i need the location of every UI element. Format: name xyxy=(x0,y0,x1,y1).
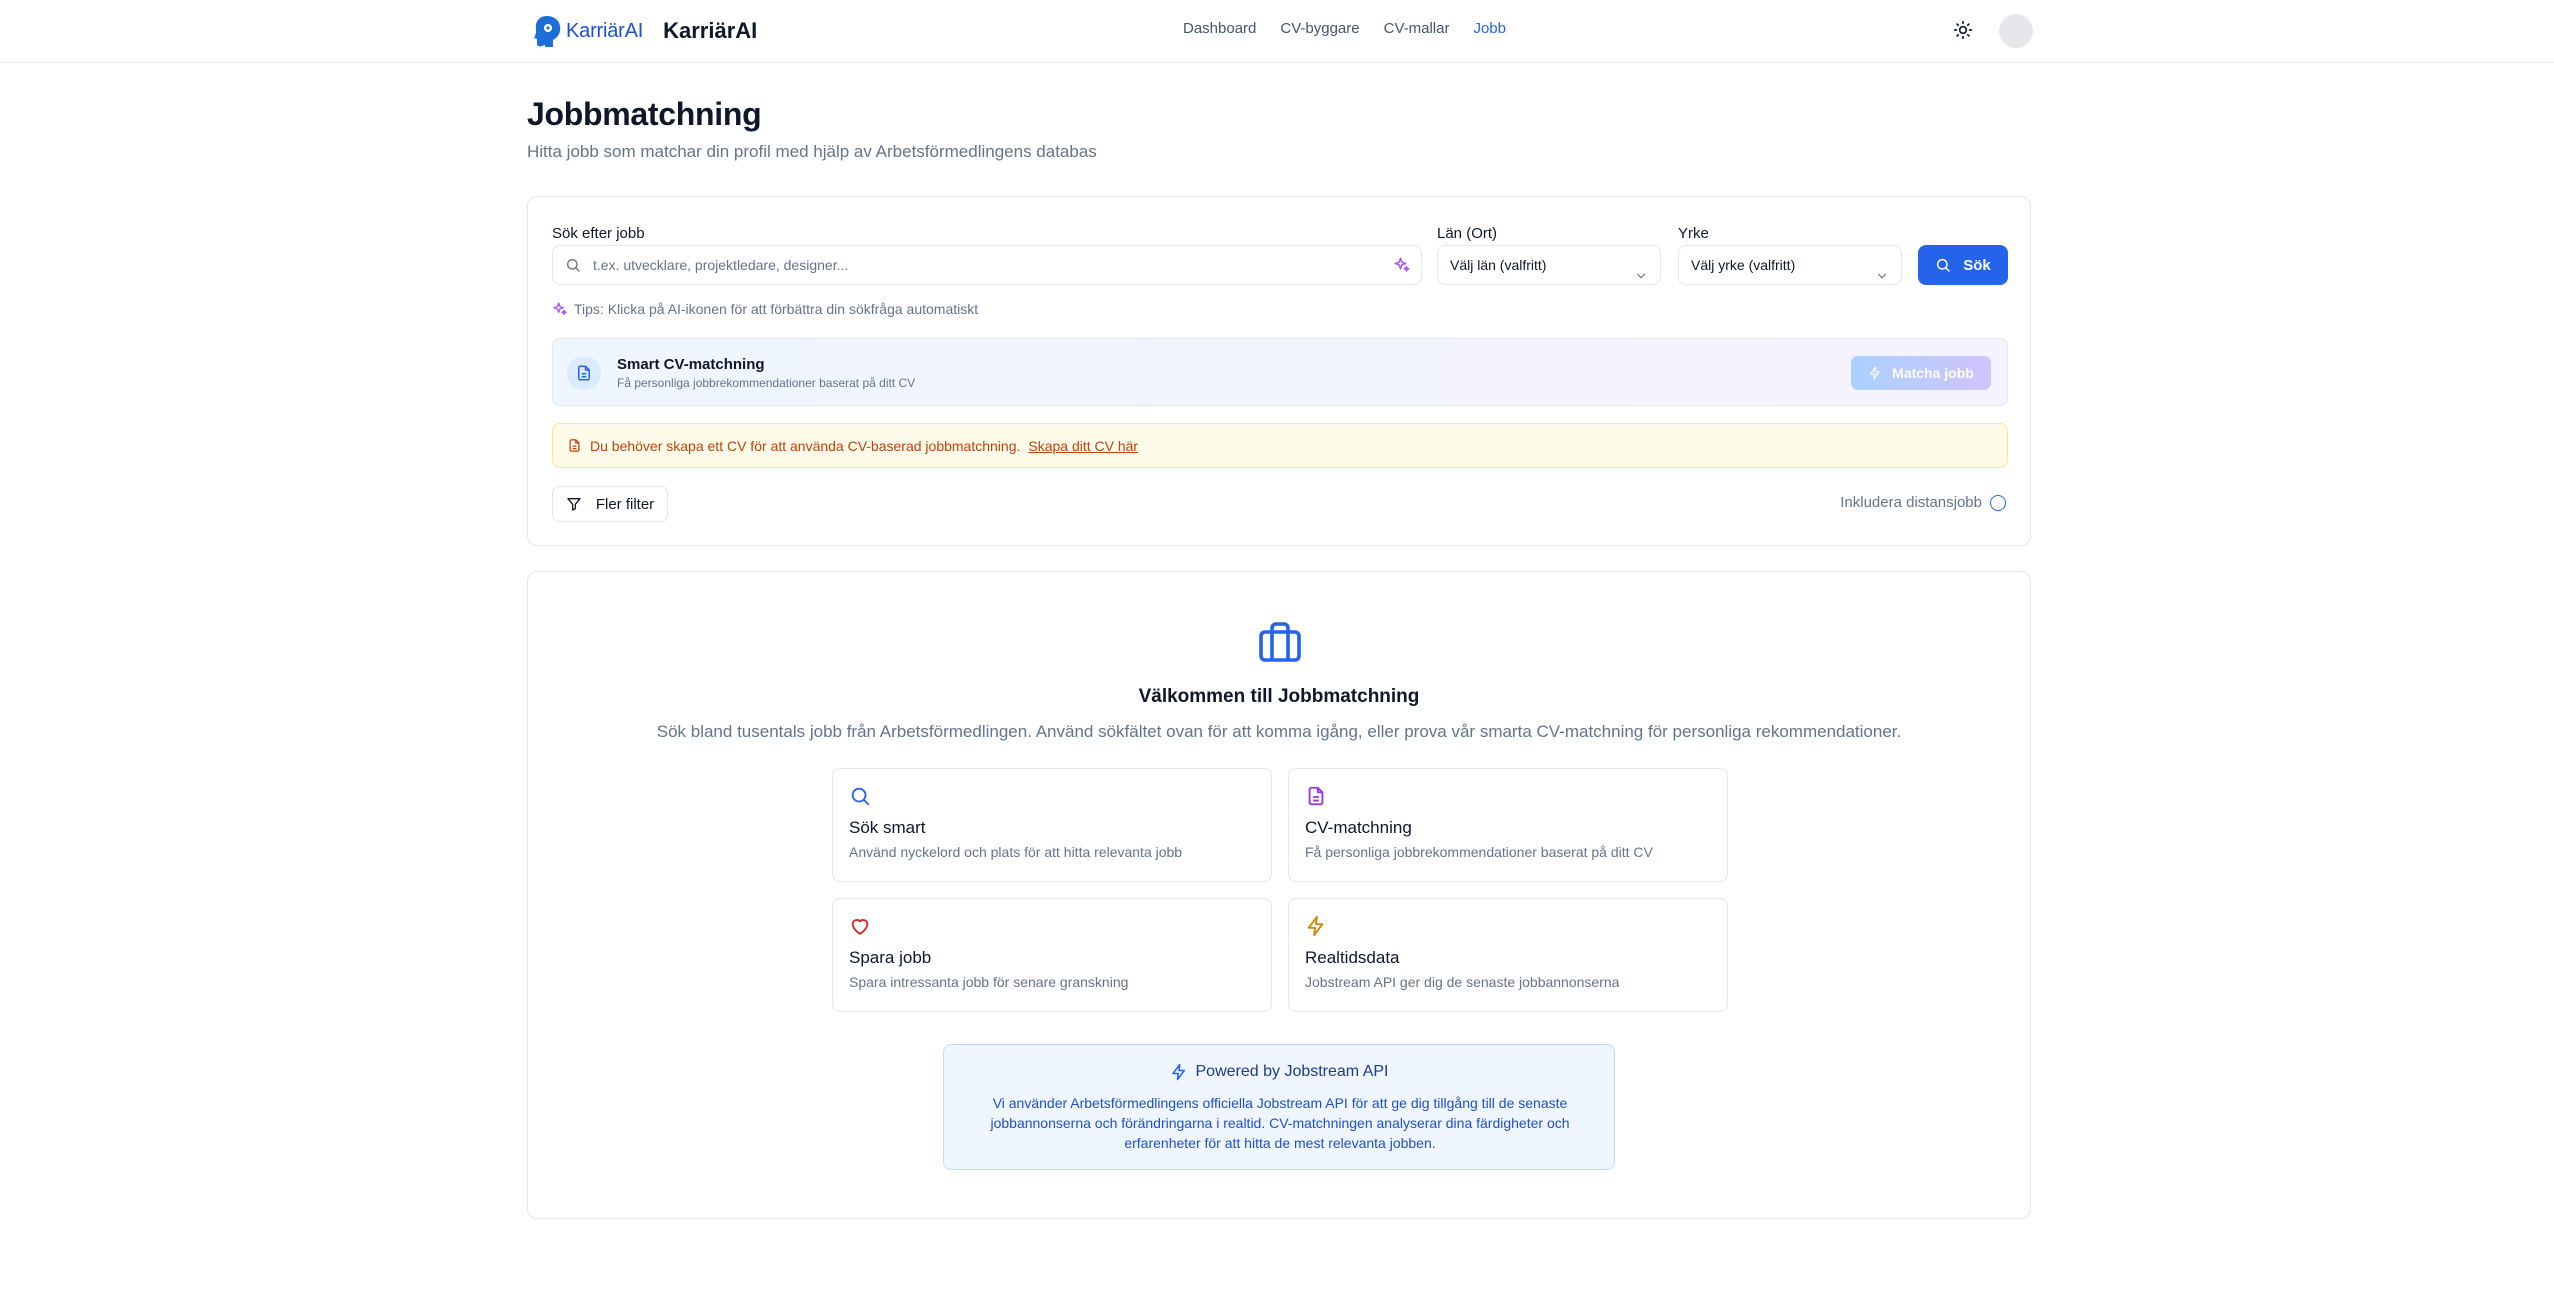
search-tip: Tips: Klicka på AI-ikonen för att förbät… xyxy=(552,301,978,317)
briefcase-icon xyxy=(1259,622,1301,662)
nav-jobb[interactable]: Jobb xyxy=(1473,20,1506,37)
feature-card-search: Sök smart Använd nyckelord och plats för… xyxy=(832,768,1272,882)
lightning-icon xyxy=(1869,366,1880,380)
cv-warning: Du behöver skapa ett CV för att använda … xyxy=(552,423,2008,468)
search-label: Sök efter jobb xyxy=(552,225,645,242)
occupation-select[interactable]: Välj yrke (valfritt) xyxy=(1678,245,1902,285)
welcome-text: Sök bland tusentals jobb från Arbetsförm… xyxy=(656,722,1902,741)
more-filters-button[interactable]: Fler filter xyxy=(552,486,668,522)
powered-text: Vi använder Arbetsförmedlingens officiel… xyxy=(990,1095,1570,1151)
sun-icon xyxy=(1953,20,1973,40)
search-card: Sök efter jobb Län (Ort) Välj län (valfr… xyxy=(527,196,2031,546)
lightning-icon xyxy=(1171,1063,1185,1081)
feature-title: Realtidsdata xyxy=(1305,948,1400,967)
remote-jobs-toggle[interactable]: Inkludera distansjobb xyxy=(1840,494,2006,511)
nav-cv-mallar[interactable]: CV-mallar xyxy=(1384,20,1450,37)
search-field[interactable] xyxy=(552,245,1422,285)
heart-icon xyxy=(851,919,869,935)
welcome-card: Välkommen till Jobbmatchning Sök bland t… xyxy=(527,571,2031,1219)
search-icon xyxy=(1937,258,1950,272)
smart-cv-icon-badge xyxy=(567,356,601,390)
create-cv-link[interactable]: Skapa ditt CV här xyxy=(1028,438,1138,454)
page-subtitle: Hitta jobb som matchar din profil med hj… xyxy=(527,142,1097,161)
feature-title: CV-matchning xyxy=(1305,818,1412,837)
nav-cv-byggare[interactable]: CV-byggare xyxy=(1280,20,1359,37)
occupation-select-value: Välj yrke (valfritt) xyxy=(1691,257,1796,273)
feature-desc: Få personliga jobbrekommendationer baser… xyxy=(1305,844,1653,860)
main-nav: Dashboard CV-byggare CV-mallar Jobb xyxy=(1183,20,1530,37)
search-input[interactable] xyxy=(593,246,1383,284)
filter-icon xyxy=(567,498,581,511)
lightning-icon xyxy=(1307,915,1324,937)
smart-cv-title: Smart CV-matchning xyxy=(617,356,765,373)
user-avatar[interactable] xyxy=(1999,14,2033,48)
region-select[interactable]: Välj län (valfritt) xyxy=(1437,245,1661,285)
feature-card-cv-matching: CV-matchning Få personliga jobbrekommend… xyxy=(1288,768,1728,882)
search-tip-text: Tips: Klicka på AI-ikonen för att förbät… xyxy=(574,301,979,317)
feature-title: Sök smart xyxy=(849,818,926,837)
top-navbar: KarriärAI KarriärAI Dashboard CV-byggare… xyxy=(0,0,2554,63)
chevron-down-icon xyxy=(1634,259,1648,297)
feature-desc: Spara intressanta jobb för senare gransk… xyxy=(849,974,1129,990)
brand-logo[interactable]: KarriärAI xyxy=(533,12,643,50)
brand-name[interactable]: KarriärAI xyxy=(663,18,757,44)
occupation-label: Yrke xyxy=(1678,225,1709,242)
match-jobs-label: Matcha jobb xyxy=(1892,365,1974,381)
sparkle-icon xyxy=(553,302,567,315)
logo-text: KarriärAI xyxy=(566,19,644,42)
page-title: Jobbmatchning xyxy=(527,96,762,132)
powered-by-box: Powered by Jobstream API Vi använder Arb… xyxy=(943,1044,1615,1170)
nav-dashboard[interactable]: Dashboard xyxy=(1183,20,1256,37)
powered-title: Powered by Jobstream API xyxy=(1195,1063,1389,1080)
search-button-label: Sök xyxy=(1963,256,1991,274)
feature-desc: Jobstream API ger dig de senaste jobbann… xyxy=(1305,974,1620,990)
document-icon xyxy=(578,365,590,381)
smart-cv-subtitle: Få personliga jobbrekommendationer baser… xyxy=(617,376,916,390)
feature-card-realtime: Realtidsdata Jobstream API ger dig de se… xyxy=(1288,898,1728,1012)
cv-warning-text: Du behöver skapa ett CV för att använda … xyxy=(590,437,1021,454)
feature-desc: Använd nyckelord och plats för att hitta… xyxy=(849,844,1183,860)
welcome-title: Välkommen till Jobbmatchning xyxy=(1138,686,1420,707)
match-jobs-button[interactable]: Matcha jobb xyxy=(1851,356,1991,390)
search-button[interactable]: Sök xyxy=(1918,245,2008,285)
chevron-down-icon xyxy=(1875,259,1889,297)
remote-jobs-radio[interactable] xyxy=(1990,494,2006,511)
more-filters-label: Fler filter xyxy=(595,495,655,513)
document-icon xyxy=(1308,786,1324,806)
powered-title-row: Powered by Jobstream API xyxy=(944,1063,1614,1081)
search-icon xyxy=(565,257,581,278)
remote-jobs-label: Inkludera distansjobb xyxy=(1840,494,1982,511)
feature-card-save-jobs: Spara jobb Spara intressanta jobb för se… xyxy=(832,898,1272,1012)
brand[interactable]: KarriärAI KarriärAI xyxy=(533,12,757,50)
logo-head-icon xyxy=(534,16,561,47)
document-warning-icon xyxy=(569,439,580,452)
ai-sparkle-icon[interactable] xyxy=(1393,256,1411,279)
search-icon xyxy=(851,787,870,806)
feature-title: Spara jobb xyxy=(849,948,932,967)
theme-toggle-button[interactable] xyxy=(1953,20,1973,40)
region-select-value: Välj län (valfritt) xyxy=(1450,257,1547,273)
region-label: Län (Ort) xyxy=(1437,225,1498,242)
smart-cv-matching-box: Smart CV-matchning Få personliga jobbrek… xyxy=(552,338,2008,406)
